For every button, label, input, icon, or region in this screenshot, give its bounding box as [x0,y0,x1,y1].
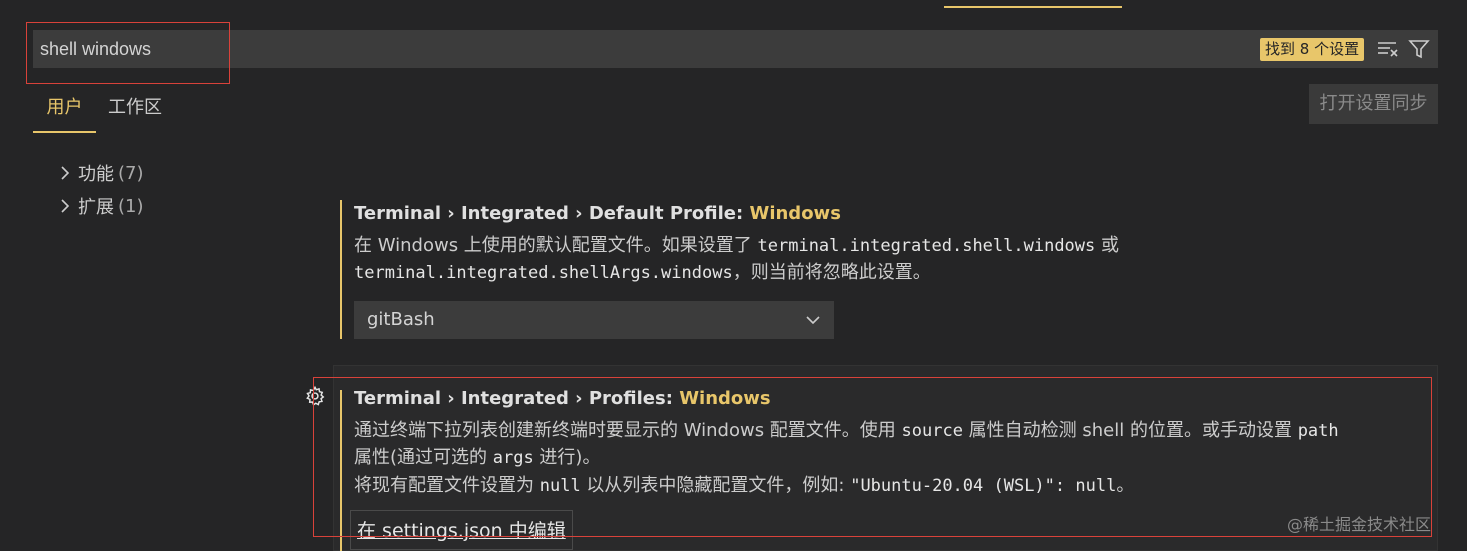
clear-filter-icon[interactable] [1376,38,1400,60]
chevron-right-icon [61,199,70,213]
editor-tab-active-indicator [944,6,1122,8]
search-annotation-box [26,22,230,84]
tree-item-count: (7) [118,162,144,184]
chevron-down-icon [806,316,820,325]
tab-workspace[interactable]: 工作区 [108,95,162,131]
setting-highlight: Windows [749,203,841,224]
default-profile-select[interactable]: gitBash [354,301,834,339]
tree-item-count: (1) [118,195,144,217]
tab-user[interactable]: 用户 [33,95,96,133]
chevron-right-icon [61,166,70,180]
filter-icon[interactable] [1407,38,1431,60]
desc-text: 或 [1095,235,1120,256]
setting-path: Terminal › Integrated › Default Profile: [354,203,750,224]
settings-search-box: 找到 8 个设置 [33,30,1438,68]
watermark: @稀土掘金技术社区 [1287,515,1432,534]
setting-modified-indicator [340,200,342,339]
open-settings-sync-button[interactable]: 打开设置同步 [1309,84,1438,124]
setting-annotation-box [313,377,1432,537]
tree-item-label: 功能 [78,164,114,185]
desc-code: terminal.integrated.shellArgs.windows [354,263,733,283]
setting-default-profile-windows: Terminal › Integrated › Default Profile:… [340,200,1340,340]
search-result-badge: 找到 8 个设置 [1260,38,1365,61]
tree-item-features[interactable]: 功能 (7) [56,160,144,186]
setting-description-line-2: terminal.integrated.shellArgs.windows，则当… [354,259,931,287]
tree-item-label: 扩展 [78,197,114,218]
desc-text: 在 Windows 上使用的默认配置文件。如果设置了 [354,235,758,256]
desc-code: terminal.integrated.shell.windows [757,236,1096,256]
setting-title: Terminal › Integrated › Default Profile:… [354,203,841,224]
setting-description-line-1: 在 Windows 上使用的默认配置文件。如果设置了 terminal.inte… [354,232,1119,260]
desc-text: ，则当前将忽略此设置。 [732,262,931,283]
select-value: gitBash [367,309,435,330]
tree-item-extensions[interactable]: 扩展 (1) [56,193,144,219]
